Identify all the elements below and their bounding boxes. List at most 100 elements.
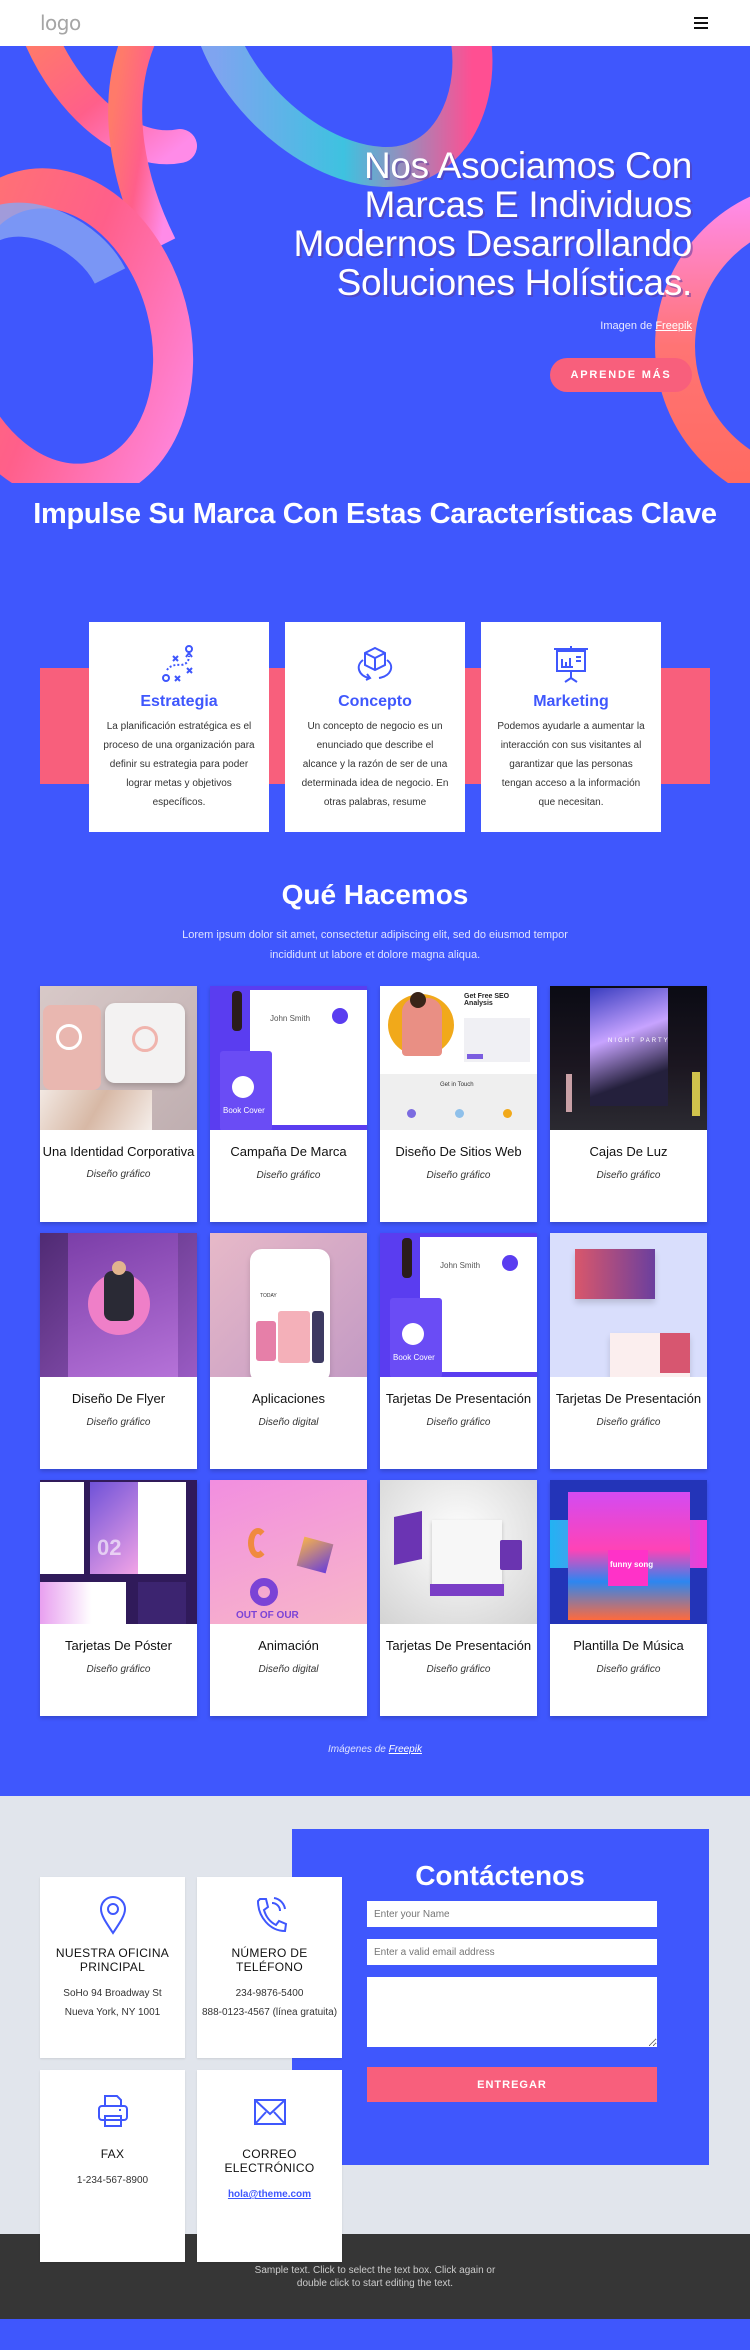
name-input[interactable] <box>367 1901 657 1927</box>
hero-image-credit: Imagen de Freepik <box>600 320 692 332</box>
address-line: Nueva York, NY 1001 <box>64 2007 161 2018</box>
location-pin-icon <box>99 1896 126 1935</box>
item-title: Tarjetas De Presentación <box>385 1391 532 1406</box>
item-category: Diseño gráfico <box>86 1417 151 1428</box>
contact-title: Contáctenos <box>415 1860 585 1891</box>
feature-card-strategy: Estrategia La planificación estratégica … <box>89 622 269 832</box>
info-card-office: NUESTRA OFICINA PRINCIPAL SoHo 94 Broadw… <box>40 1877 185 2058</box>
thumbnail-poster-layout: 02 <box>40 1480 197 1624</box>
credit-prefix: Imágenes de <box>328 1744 389 1755</box>
hero-title: Nos Asociamos Con Marcas E Individuos Mo… <box>293 145 692 303</box>
item-category: Diseño gráfico <box>426 1170 491 1181</box>
email-link[interactable]: hola@theme.com <box>228 2189 311 2200</box>
portfolio-item[interactable]: NIGHT PARTY Cajas De Luz Diseño gráfico <box>550 986 707 1222</box>
portfolio-item[interactable]: Diseño De Flyer Diseño gráfico <box>40 1233 197 1469</box>
feature-text: Un concepto de negocio es un enunciado q… <box>301 721 449 808</box>
item-title: Diseño De Flyer <box>71 1391 166 1406</box>
message-textarea[interactable] <box>367 1977 657 2047</box>
thumbnail-3d-shapes: OUT OF OUR <box>210 1480 367 1624</box>
feature-card-concept: Concepto Un concepto de negocio es un en… <box>285 622 465 832</box>
portfolio-item[interactable]: OUT OF OUR Animación Diseño digital <box>210 1480 367 1716</box>
thumbnail-phone-mockup: TODAY <box>210 1233 367 1377</box>
email-input[interactable] <box>367 1939 657 1965</box>
site-header: logo <box>0 0 750 46</box>
work-title: Qué Hacemos <box>281 879 469 910</box>
logo[interactable]: logo <box>40 11 81 35</box>
what-we-do-section: Qué Hacemos Lorem ipsum dolor sit amet, … <box>0 879 750 1755</box>
freepik-link[interactable]: Freepik <box>655 320 692 332</box>
info-card-phone: NÚMERO DE TELÉFONO 234-9876-5400 888-0123… <box>197 1877 342 2058</box>
address-line: SoHo 94 Broadway St <box>63 1988 162 1999</box>
freepik-link[interactable]: Freepik <box>389 1744 422 1755</box>
thumbnail-book-cover: John Smith Book Cover <box>210 986 367 1130</box>
feature-text: La planificación estratégica es el proce… <box>103 721 255 808</box>
thumb-text: John Smith <box>270 1014 311 1023</box>
item-title: Tarjetas De Presentación <box>385 1638 532 1653</box>
thumbnail-website: Get Free SEO Analysis Get in Touch <box>380 986 537 1130</box>
portfolio-grid: Una Identidad Corporativa Diseño gráfico … <box>40 986 750 1716</box>
card-title: CORREO ELECTRÓNICO <box>224 2147 315 2175</box>
work-image-credit: Imágenes de Freepik <box>0 1744 750 1755</box>
card-title: NÚMERO DE TELÉFONO <box>231 1946 308 1974</box>
footer-text: Sample text. Click to select the text bo… <box>254 2264 496 2289</box>
item-title: Animación <box>258 1638 319 1653</box>
item-title: Una Identidad Corporativa <box>42 1144 195 1159</box>
feature-title: Concepto <box>338 693 412 710</box>
portfolio-item[interactable]: 02 Tarjetas De Póster Diseño gráfico <box>40 1480 197 1716</box>
phone-number: 234-9876-5400 <box>235 1988 304 1999</box>
item-category: Diseño digital <box>258 1664 319 1675</box>
portfolio-item[interactable]: Tarjetas De Presentación Diseño gráfico <box>550 1233 707 1469</box>
phone-number: 888-0123-4567 (línea gratuita) <box>201 2007 338 2018</box>
learn-more-button[interactable]: APRENDE MÁS <box>550 358 692 392</box>
hamburger-menu-icon[interactable] <box>694 17 708 29</box>
portfolio-item[interactable]: Get Free SEO Analysis Get in Touch Diseñ… <box>380 986 537 1222</box>
item-category: Diseño gráfico <box>426 1664 491 1675</box>
item-category: Diseño gráfico <box>596 1170 661 1181</box>
envelope-icon <box>253 2099 286 2125</box>
feature-card-marketing: Marketing Podemos ayudarle a aumentar la… <box>481 622 661 832</box>
portfolio-item[interactable]: Una Identidad Corporativa Diseño gráfico <box>40 986 197 1222</box>
portfolio-item[interactable]: John Smith Book Cover Campaña De Marca Di… <box>210 986 367 1222</box>
contact-section: NUESTRA OFICINA PRINCIPAL SoHo 94 Broadw… <box>0 1796 750 2262</box>
features-section: Impulse Su Marca Con Estas Característic… <box>0 483 750 879</box>
info-card-fax: FAX 1-234-567-8900 <box>40 2070 185 2262</box>
item-title: Campaña De Marca <box>230 1144 347 1159</box>
item-title: Diseño De Sitios Web <box>395 1144 522 1159</box>
thumbnail-lightbox: NIGHT PARTY <box>550 986 707 1130</box>
item-title: Cajas De Luz <box>589 1144 668 1159</box>
feature-title: Estrategia <box>140 693 218 710</box>
portfolio-item[interactable]: Tarjetas De Presentación Diseño gráfico <box>380 1480 537 1716</box>
portfolio-item[interactable]: TODAY Aplicaciones Diseño digital <box>210 1233 367 1469</box>
contact-form: ENTREGAR <box>367 1901 657 2102</box>
item-title: Plantilla De Música <box>573 1638 684 1653</box>
item-category: Diseño digital <box>258 1417 319 1428</box>
item-category: Diseño gráfico <box>596 1664 661 1675</box>
item-title: Tarjetas De Póster <box>65 1638 172 1653</box>
thumbnail-flyer <box>40 1233 197 1377</box>
item-title: Tarjetas De Presentación <box>555 1391 702 1406</box>
cube-rotate-icon <box>357 646 393 681</box>
thumbnail-business-cards <box>40 986 197 1130</box>
feature-text: Podemos ayudarle a aumentar la interacci… <box>497 721 645 808</box>
strategy-play-icon <box>162 645 193 682</box>
submit-button[interactable]: ENTREGAR <box>367 2067 657 2102</box>
item-category: Diseño gráfico <box>86 1169 151 1180</box>
thumbnail-karaoke-poster: funny song <box>550 1480 707 1624</box>
work-subtitle: Lorem ipsum dolor sit amet, consectetur … <box>182 929 568 961</box>
fax-number: 1-234-567-8900 <box>76 2175 149 2186</box>
credit-prefix: Imagen de <box>600 320 656 332</box>
presentation-chart-icon <box>554 646 588 683</box>
portfolio-item[interactable]: John Smith Book Cover Tarjetas De Presen… <box>380 1233 537 1469</box>
item-category: Diseño gráfico <box>256 1170 321 1181</box>
card-title: NUESTRA OFICINA PRINCIPAL <box>55 1946 170 1974</box>
features-title: Impulse Su Marca Con Estas Característic… <box>33 498 717 530</box>
item-category: Diseño gráfico <box>426 1417 491 1428</box>
fax-printer-icon <box>97 2095 128 2127</box>
thumbnail-calendar-mug <box>380 1480 537 1624</box>
portfolio-item[interactable]: funny song Plantilla De Música Diseño grá… <box>550 1480 707 1716</box>
phone-icon <box>256 1897 287 1933</box>
feature-title: Marketing <box>533 693 609 710</box>
thumbnail-book-cover: John Smith Book Cover <box>380 1233 537 1377</box>
item-category: Diseño gráfico <box>596 1417 661 1428</box>
card-title: FAX <box>100 2147 125 2161</box>
